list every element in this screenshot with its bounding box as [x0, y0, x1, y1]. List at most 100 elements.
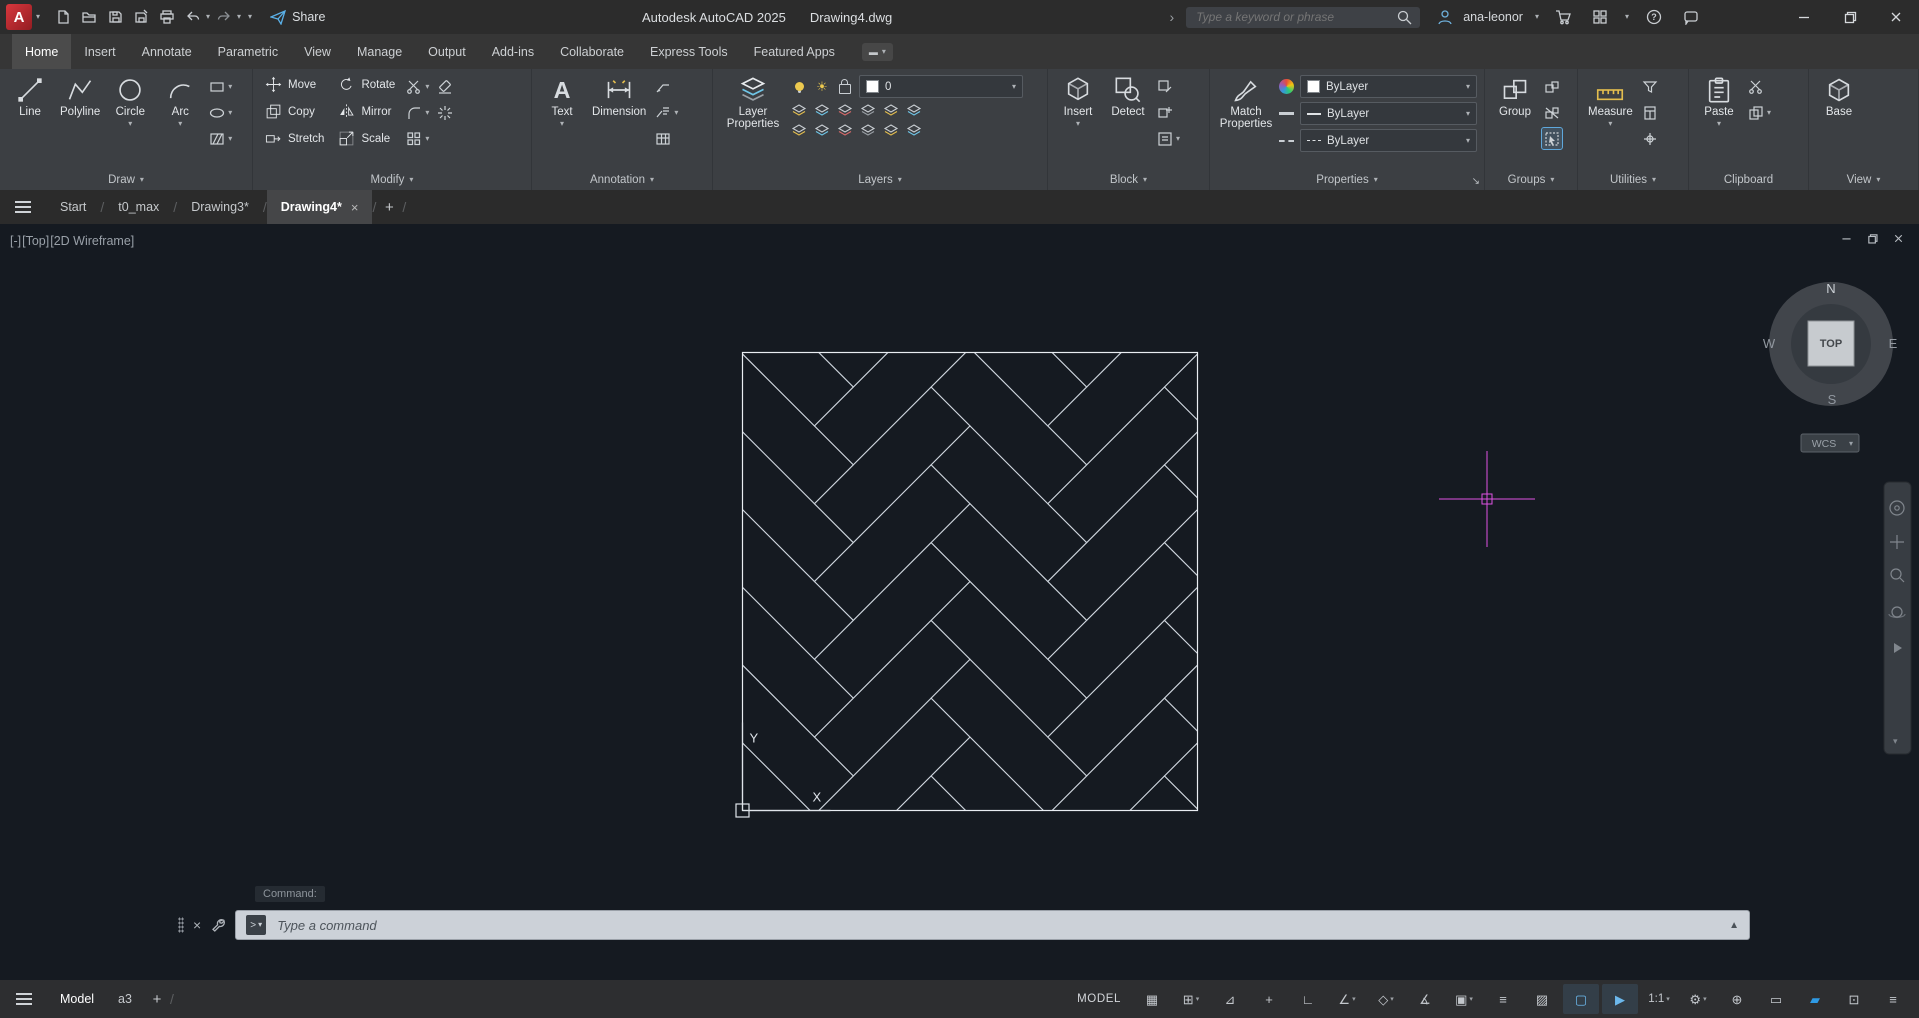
quick-calculator-button[interactable]: [1640, 102, 1660, 123]
open-button[interactable]: [76, 4, 101, 30]
minimize-button[interactable]: [1781, 0, 1827, 34]
share-button[interactable]: Share: [270, 9, 325, 25]
command-input[interactable]: [275, 916, 1721, 934]
ribbon-tab-home[interactable]: Home: [12, 34, 72, 69]
username[interactable]: ana-leonor: [1463, 10, 1523, 24]
ribbon-tab-add-ins[interactable]: Add-ins: [479, 34, 547, 69]
layer-combo[interactable]: 0 ▾: [859, 75, 1023, 98]
circle-button[interactable]: Circle ▾: [107, 73, 153, 128]
create-block-button[interactable]: [1155, 102, 1182, 123]
quick-select-button[interactable]: [1640, 76, 1660, 97]
ribbon-display-toggle[interactable]: ▬ ▾: [861, 42, 893, 61]
search-icon[interactable]: [1396, 9, 1412, 25]
ribbon-tab-output[interactable]: Output: [415, 34, 479, 69]
ribbon-tab-express-tools[interactable]: Express Tools: [637, 34, 741, 69]
array-button[interactable]: ▾: [404, 128, 431, 149]
viewport-menu-control[interactable]: [-]: [10, 234, 21, 248]
ungroup-button[interactable]: [1542, 102, 1562, 123]
ortho-mode-toggle[interactable]: ∟: [1290, 984, 1326, 1014]
make-object-layer-current-icon[interactable]: [882, 102, 900, 118]
group-selection-toggle-button[interactable]: [1541, 127, 1563, 150]
edit-attributes-button[interactable]: [1155, 76, 1182, 97]
scale-button[interactable]: Scale: [333, 127, 400, 150]
save-button[interactable]: [102, 4, 127, 30]
dynamic-input-toggle[interactable]: +: [1251, 984, 1287, 1014]
command-history-toggle-icon[interactable]: ▲: [1729, 920, 1739, 931]
rectangle-button[interactable]: ▾: [207, 76, 234, 97]
panel-footer-annotation[interactable]: Annotation ▾: [532, 169, 712, 190]
move-button[interactable]: Move: [260, 73, 329, 96]
new-drawing-button[interactable]: [50, 4, 75, 30]
graphics-performance-toggle[interactable]: ▰: [1797, 984, 1833, 1014]
help-icon[interactable]: ?: [1641, 4, 1666, 30]
model-space-label[interactable]: MODEL: [1077, 993, 1121, 1005]
customization-button[interactable]: ≡: [1875, 984, 1911, 1014]
restore-button[interactable]: [1827, 0, 1873, 34]
linetype-combo[interactable]: ByLayer ▾: [1300, 129, 1477, 152]
cart-icon[interactable]: [1551, 4, 1576, 30]
panel-launcher-icon[interactable]: ↘: [1472, 176, 1480, 187]
layer-lock-icon[interactable]: [836, 78, 854, 96]
panel-footer-view[interactable]: View ▾: [1809, 169, 1918, 190]
layer-walk-icon[interactable]: [882, 122, 900, 138]
clean-screen-button[interactable]: ⊡: [1836, 984, 1872, 1014]
layer-isolate-icon[interactable]: [790, 102, 808, 118]
explode-button[interactable]: [435, 102, 455, 123]
object-color-combo[interactable]: ByLayer ▾: [1300, 75, 1477, 98]
measure-button[interactable]: Measure ▾: [1585, 73, 1636, 128]
new-drawing-tab-button[interactable]: +: [376, 190, 402, 224]
grid-display-toggle[interactable]: ▦: [1134, 984, 1170, 1014]
file-tab-drawing3[interactable]: Drawing3*: [177, 190, 263, 224]
command-line-bar[interactable]: × >▾ ▲: [178, 910, 1750, 940]
insert-button[interactable]: Insert ▾: [1055, 73, 1101, 128]
selection-cycling-toggle[interactable]: ▢: [1563, 984, 1599, 1014]
close-button[interactable]: [1873, 0, 1919, 34]
layer-freeze-icon[interactable]: ☀: [813, 78, 831, 96]
user-avatar-icon[interactable]: [1432, 4, 1457, 30]
search-box[interactable]: [1186, 6, 1421, 28]
apps-grid-icon[interactable]: [1588, 4, 1613, 30]
viewport-restore-icon[interactable]: [1866, 232, 1879, 245]
transparency-toggle[interactable]: ▨: [1524, 984, 1560, 1014]
save-as-button[interactable]: [128, 4, 153, 30]
command-close-icon[interactable]: ×: [193, 918, 201, 932]
hatch-button[interactable]: ▾: [207, 128, 234, 149]
plot-button[interactable]: [154, 4, 179, 30]
viewport-close-icon[interactable]: [1892, 232, 1905, 245]
redo-button[interactable]: [211, 4, 236, 30]
panel-footer-layers[interactable]: Layers ▾: [713, 169, 1047, 190]
panel-footer-utilities[interactable]: Utilities ▾: [1578, 169, 1688, 190]
workspace-switching-button[interactable]: ⚙ ▾: [1680, 984, 1716, 1014]
app-menu-button[interactable]: A: [6, 4, 32, 30]
cut-button[interactable]: [1746, 76, 1773, 97]
viewcube-north[interactable]: N: [1826, 281, 1835, 296]
file-tab-start[interactable]: Start: [46, 190, 100, 224]
ribbon-tab-parametric[interactable]: Parametric: [205, 34, 291, 69]
ribbon-tab-insert[interactable]: Insert: [71, 34, 128, 69]
viewport-visual-style-control[interactable]: [2D Wireframe]: [50, 234, 134, 248]
selection-filter-toggle[interactable]: ▶: [1602, 984, 1638, 1014]
panel-footer-modify[interactable]: Modify ▾: [253, 169, 531, 190]
undo-caret-icon[interactable]: ▾: [206, 13, 210, 21]
trim-button[interactable]: ▾: [404, 76, 431, 97]
new-layout-button[interactable]: +: [144, 991, 170, 1008]
text-button[interactable]: A Text ▾: [539, 73, 585, 128]
panel-footer-block[interactable]: Block ▾: [1048, 169, 1209, 190]
ribbon-tab-featured-apps[interactable]: Featured Apps: [741, 34, 848, 69]
viewport-view-control[interactable]: [Top]: [22, 234, 49, 248]
ribbon-tab-manage[interactable]: Manage: [344, 34, 415, 69]
manage-attributes-button[interactable]: ▾: [1155, 128, 1182, 149]
linetype-icon[interactable]: [1279, 139, 1294, 142]
object-color-icon[interactable]: [1279, 79, 1294, 94]
viewcube-south[interactable]: S: [1828, 392, 1837, 407]
lineweight-combo[interactable]: ByLayer ▾: [1300, 102, 1477, 125]
dimension-button[interactable]: Dimension: [589, 73, 649, 118]
lineweight-icon[interactable]: [1279, 112, 1294, 115]
layer-freeze-pick-icon[interactable]: [836, 102, 854, 118]
command-input-field[interactable]: >▾ ▲: [235, 910, 1750, 940]
model-tab[interactable]: Model: [48, 980, 106, 1018]
base-button[interactable]: Base: [1816, 73, 1862, 118]
match-properties-button[interactable]: Match Properties: [1217, 73, 1275, 130]
herringbone-hatch[interactable]: [231, 224, 1864, 980]
layer-merge-icon[interactable]: [905, 122, 923, 138]
